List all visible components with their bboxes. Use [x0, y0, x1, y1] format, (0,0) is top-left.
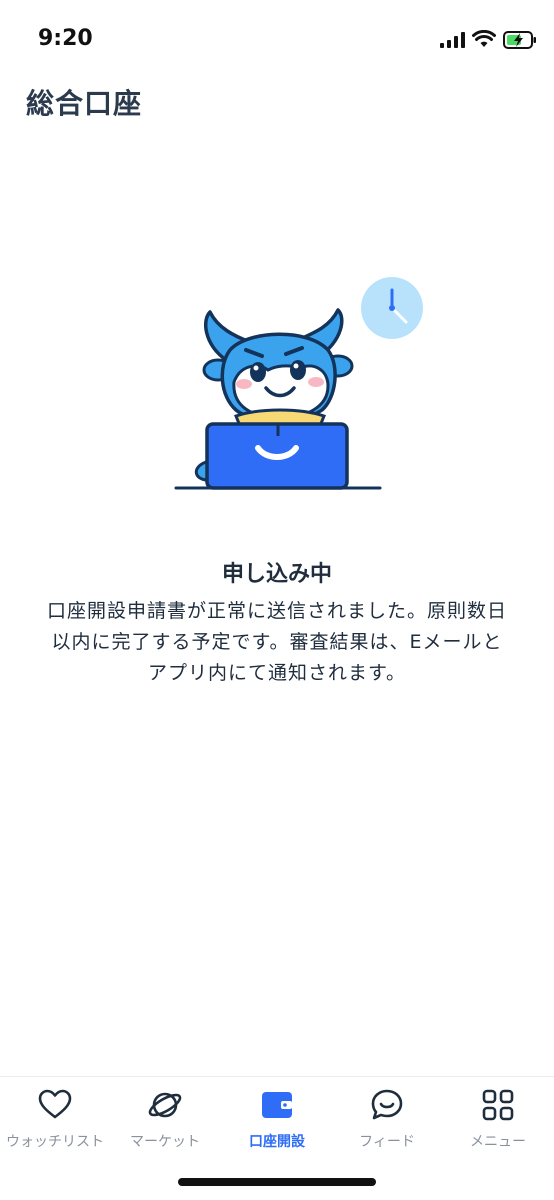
application-status-message: 口座開設申請書が正常に送信されました。原則数日以内に完了する予定です。審査結果は… — [46, 600, 507, 684]
tab-watchlist[interactable]: ウォッチリスト — [0, 1087, 110, 1157]
tab-feed[interactable]: フィード — [332, 1087, 442, 1157]
tab-account-opening[interactable]: 口座開設 — [222, 1087, 332, 1157]
heart-icon — [38, 1089, 72, 1119]
tab-label: マーケット — [130, 1134, 200, 1150]
page-title: 総合口座 — [26, 87, 143, 120]
clock-icon — [361, 277, 423, 339]
tab-label: メニュー — [470, 1134, 526, 1150]
tab-market[interactable]: マーケット — [110, 1087, 220, 1157]
tab-label: 口座開設 — [249, 1134, 305, 1150]
application-status-heading: 申し込み中 — [221, 562, 332, 587]
cellular-signal-icon — [440, 32, 465, 48]
mascot-laptop-illustration — [174, 277, 423, 490]
home-indicator[interactable] — [178, 1178, 376, 1186]
tab-menu[interactable]: メニュー — [443, 1087, 553, 1157]
tab-label: フィード — [359, 1134, 415, 1150]
wifi-icon — [472, 30, 496, 47]
grid-menu-icon — [482, 1089, 514, 1121]
chat-bubble-icon — [371, 1089, 403, 1120]
status-bar: 9:20 — [0, 0, 554, 80]
wallet-icon — [262, 1092, 292, 1118]
planet-icon — [148, 1092, 182, 1118]
battery-charging-icon — [503, 31, 536, 49]
tab-label: ウォッチリスト — [6, 1134, 104, 1150]
status-time: 9:20 — [38, 26, 93, 51]
